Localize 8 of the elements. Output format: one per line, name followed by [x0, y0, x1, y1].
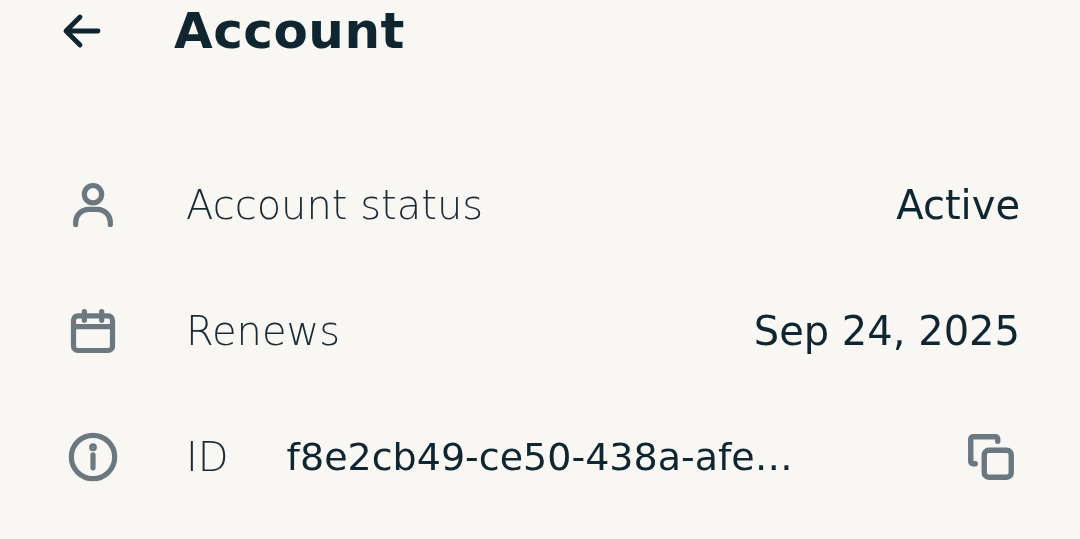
id-value: f8e2cb49-ce50-438a-afe… [286, 435, 793, 479]
row-value: Active [896, 182, 1020, 228]
row-label: Renews [186, 308, 341, 354]
row-label: ID [186, 434, 229, 480]
page-title: Account [174, 2, 405, 60]
info-icon [67, 431, 119, 483]
row-label: Account status [186, 182, 484, 228]
row-value: Sep 24, 2025 [753, 308, 1020, 354]
